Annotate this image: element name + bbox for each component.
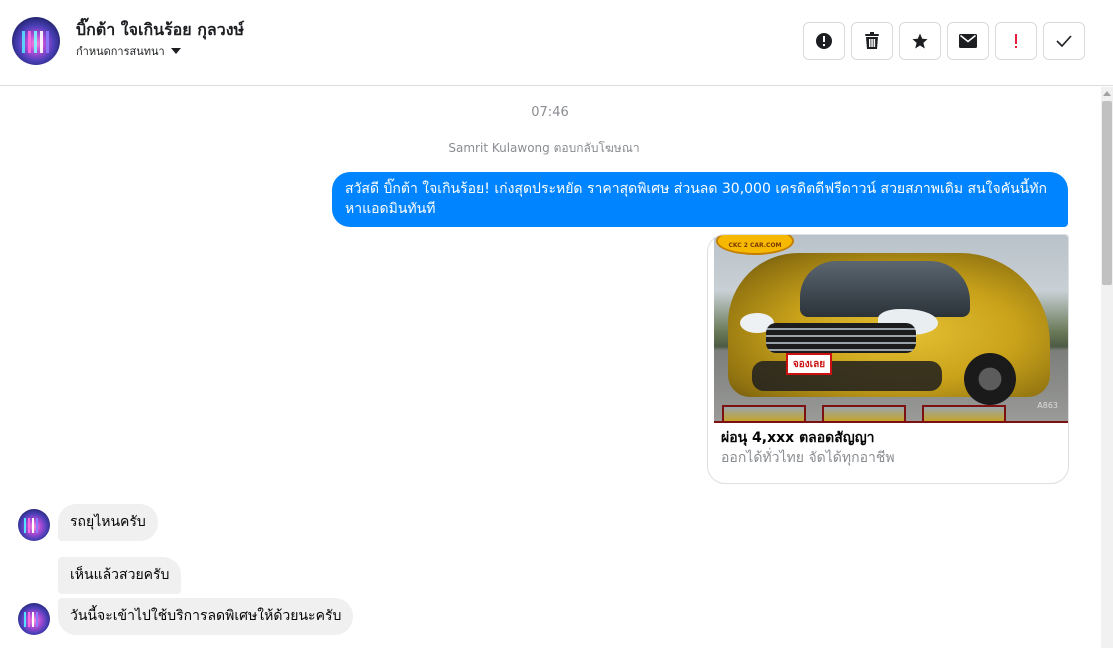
sender-avatar[interactable] <box>18 603 50 635</box>
incoming-message: รถยุไหนครับ <box>58 504 158 541</box>
contact-avatar[interactable] <box>12 17 60 65</box>
ad-subtitle: ออกได้ทั่วไทย จัดได้ทุกอาชีพ <box>721 450 895 466</box>
incoming-message: เห็นแล้วสวยครับ <box>58 557 182 594</box>
dealer-logo: CKC 2 CAR.COM <box>716 235 794 255</box>
schedule-dropdown-label: กำหนดการสนทนา <box>76 45 165 58</box>
contact-name[interactable]: บิ๊กต้า ใจเกินร้อย กุลวงษ์ <box>76 18 244 43</box>
alert-circle-icon <box>816 33 832 49</box>
envelope-icon <box>959 34 977 48</box>
car-illustration: จองเลย <box>728 253 1050 405</box>
mark-unread-button[interactable] <box>947 22 989 60</box>
schedule-dropdown[interactable]: กำหนดการสนทนา <box>76 42 181 60</box>
message-thread: 07:46 Samrit Kulawong ตอบกลับโฆษณา สวัสด… <box>0 87 1100 648</box>
star-icon <box>912 33 928 49</box>
ad-reply-note: Samrit Kulawong ตอบกลับโฆษณา <box>448 141 640 155</box>
photo-code: A863 <box>1037 401 1058 410</box>
mark-done-button[interactable] <box>1043 22 1085 60</box>
ad-card[interactable]: จองเลย CKC 2 CAR.COM A863 ผ่อนุ 4,xxx ตล… <box>707 234 1069 484</box>
delete-button[interactable] <box>851 22 893 60</box>
ad-title: ผ่อนุ 4,xxx ตลอดสัญญา <box>721 430 875 446</box>
scroll-up-arrow-icon[interactable] <box>1103 91 1111 96</box>
spam-report-button[interactable] <box>803 22 845 60</box>
scroll-thumb[interactable] <box>1102 101 1112 285</box>
plate-label: จองเลย <box>786 353 832 375</box>
follow-up-button[interactable] <box>995 22 1037 60</box>
exclamation-icon <box>1015 34 1017 48</box>
conversation-header: บิ๊กต้า ใจเกินร้อย กุลวงษ์ กำหนดการสนทนา <box>0 0 1113 86</box>
photo-thumbnails <box>722 405 1022 421</box>
caret-down-icon <box>170 48 181 54</box>
incoming-message: วันนี้จะเข้าไปใช้บริการลดพิเศษให้ด้วยนะค… <box>58 598 354 635</box>
check-icon <box>1056 35 1072 47</box>
sender-avatar[interactable] <box>18 509 50 541</box>
ad-car-photo: จองเลย CKC 2 CAR.COM A863 <box>714 235 1068 423</box>
outgoing-message: สวัสดี บิ๊กต้า ใจเกินร้อย! เก่งสุดประหยั… <box>332 172 1068 227</box>
star-button[interactable] <box>899 22 941 60</box>
thread-scrollbar[interactable] <box>1101 87 1113 648</box>
trash-icon <box>865 32 879 49</box>
conversation-toolbar <box>803 22 1085 60</box>
message-timestamp: 07:46 <box>531 105 569 120</box>
